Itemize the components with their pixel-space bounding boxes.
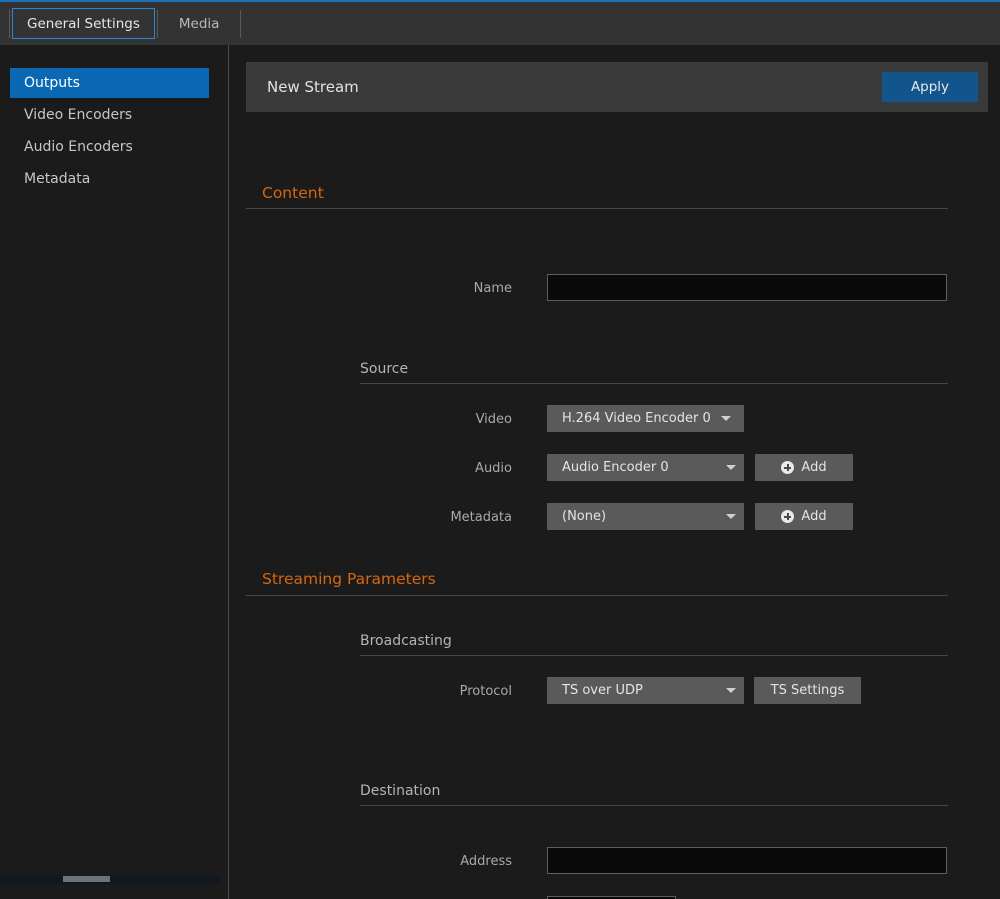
section-rule-broadcasting	[360, 655, 948, 656]
sidebar-item-outputs[interactable]: Outputs	[10, 68, 209, 98]
tab-separator	[240, 10, 241, 38]
metadata-source-dropdown[interactable]: (None)	[547, 503, 744, 530]
subsection-heading-destination: Destination	[360, 783, 440, 799]
tab-general-settings[interactable]: General Settings	[12, 8, 155, 39]
protocol-label: Protocol	[419, 684, 512, 699]
sidebar-item-metadata[interactable]: Metadata	[10, 164, 209, 194]
sidebar-horizontal-scrollbar-thumb[interactable]	[63, 876, 110, 882]
section-heading-content: Content	[262, 184, 324, 202]
name-label: Name	[429, 281, 512, 296]
sidebar-item-video-encoders-label: Video Encoders	[24, 107, 132, 123]
video-label: Video	[429, 412, 512, 427]
section-rule-content	[246, 208, 948, 209]
address-label: Address	[419, 854, 512, 869]
protocol-dropdown[interactable]: TS over UDP	[547, 677, 744, 704]
add-audio-button[interactable]: Add	[755, 454, 853, 481]
sidebar-item-audio-encoders[interactable]: Audio Encoders	[10, 132, 209, 162]
sidebar: Outputs Video Encoders Audio Encoders Me…	[0, 45, 228, 899]
page-title: New Stream	[267, 78, 359, 96]
plus-circle-icon	[781, 510, 794, 523]
sidebar-item-audio-encoders-label: Audio Encoders	[24, 139, 133, 155]
plus-circle-icon	[781, 461, 794, 474]
add-metadata-button[interactable]: Add	[755, 503, 853, 530]
add-metadata-button-label: Add	[801, 509, 826, 524]
tab-media-label: Media	[179, 16, 220, 32]
apply-button[interactable]: Apply	[882, 72, 978, 102]
sidebar-item-outputs-label: Outputs	[24, 75, 80, 91]
tab-separator	[9, 10, 10, 38]
sidebar-item-metadata-label: Metadata	[24, 171, 90, 187]
chevron-down-icon	[726, 514, 736, 519]
section-heading-streaming-parameters: Streaming Parameters	[262, 570, 436, 588]
subsection-heading-source: Source	[360, 361, 408, 377]
ts-settings-button[interactable]: TS Settings	[754, 677, 861, 704]
video-source-dropdown-value: H.264 Video Encoder 0	[562, 411, 711, 426]
tab-bar: General Settings Media	[0, 2, 1000, 45]
add-audio-button-label: Add	[801, 460, 826, 475]
section-rule-destination	[360, 805, 948, 806]
section-rule-streaming-parameters	[246, 595, 948, 596]
video-source-dropdown[interactable]: H.264 Video Encoder 0	[547, 405, 744, 432]
metadata-source-dropdown-value: (None)	[562, 509, 606, 524]
protocol-dropdown-value: TS over UDP	[562, 683, 643, 698]
tab-general-settings-label: General Settings	[27, 16, 140, 32]
panel-header: New Stream Apply	[246, 62, 988, 112]
chevron-down-icon	[726, 688, 736, 693]
section-rule-source	[360, 383, 948, 384]
tab-media[interactable]: Media	[158, 8, 241, 39]
sidebar-item-video-encoders[interactable]: Video Encoders	[10, 100, 209, 130]
body-area: Outputs Video Encoders Audio Encoders Me…	[0, 45, 1000, 899]
chevron-down-icon	[721, 416, 731, 421]
subsection-heading-broadcasting: Broadcasting	[360, 633, 452, 649]
content-panel: New Stream Apply Content Name Source Vid…	[229, 45, 1000, 899]
address-input[interactable]	[547, 847, 947, 874]
metadata-label: Metadata	[419, 510, 512, 525]
audio-source-dropdown[interactable]: Audio Encoder 0	[547, 454, 744, 481]
audio-source-dropdown-value: Audio Encoder 0	[562, 460, 669, 475]
audio-label: Audio	[429, 461, 512, 476]
chevron-down-icon	[726, 465, 736, 470]
name-input[interactable]	[547, 274, 947, 301]
